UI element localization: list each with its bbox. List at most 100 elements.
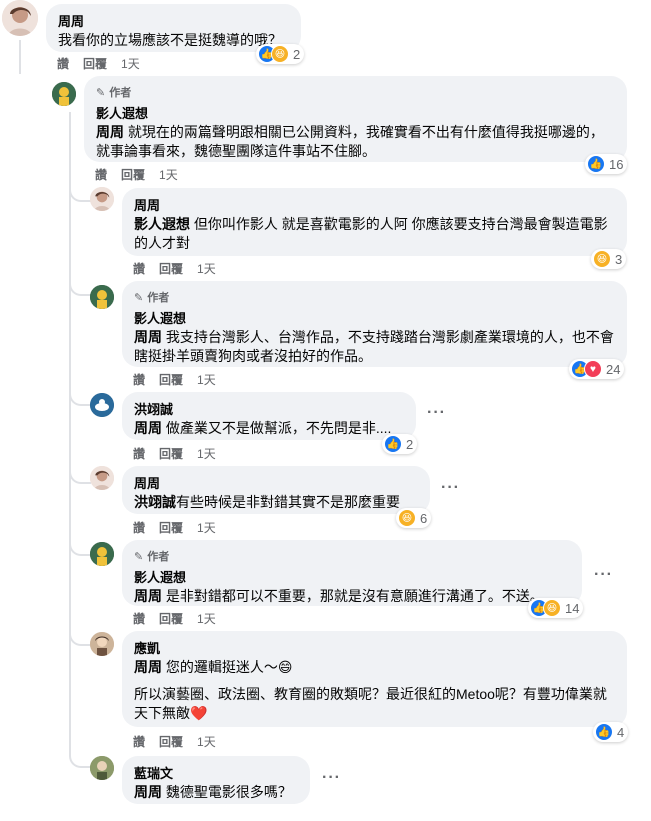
avatar[interactable] xyxy=(52,82,76,106)
like-button[interactable]: 讚 xyxy=(95,166,107,183)
comment-text: 就現在的兩篇聲明跟相關已公開資料，我確實看不出有什麼值得我挺哪邊的，就事論事看來… xyxy=(96,124,604,159)
thread-elbow xyxy=(69,746,91,768)
reaction-summary[interactable]: 👍 2 xyxy=(382,434,418,454)
reply-button[interactable]: 回覆 xyxy=(159,371,183,388)
haha-icon: 😆 xyxy=(271,45,289,63)
pencil-icon: ✎ xyxy=(96,87,106,99)
commenter-name[interactable]: 周周 xyxy=(134,474,418,493)
reaction-count: 2 xyxy=(293,46,301,62)
timestamp[interactable]: 1天 xyxy=(121,55,140,72)
reaction-summary[interactable]: 👍 ♥ 24 xyxy=(569,359,625,379)
more-options-icon[interactable]: ··· xyxy=(427,404,446,422)
reaction-summary[interactable]: 👍 😆 2 xyxy=(256,44,305,64)
reply-button[interactable]: 回覆 xyxy=(121,166,145,183)
like-button[interactable]: 讚 xyxy=(133,371,145,388)
mention[interactable]: 周周 xyxy=(134,420,162,436)
commenter-name[interactable]: 藍瑞文 xyxy=(134,764,298,783)
commenter-name[interactable]: 周周 xyxy=(58,12,289,31)
comment-text: 我看你的立場應該不是挺魏導的哦？ xyxy=(58,32,282,48)
mention[interactable]: 周周 xyxy=(96,124,124,140)
reply-button[interactable]: 回覆 xyxy=(159,610,183,627)
mention[interactable]: 洪翊誠 xyxy=(134,494,176,510)
commenter-name[interactable]: 影人遐想 xyxy=(134,309,615,328)
commenter-name[interactable]: 影人遐想 xyxy=(96,104,615,123)
avatar[interactable] xyxy=(90,632,114,656)
reaction-summary[interactable]: 👍 😆 14 xyxy=(528,598,584,618)
comment-actions: 讚 回覆 1天 xyxy=(95,166,178,183)
reaction-count: 2 xyxy=(406,436,414,452)
comment-bubble: 藍瑞文 周周 魏德聖電影很多嗎？ xyxy=(122,756,310,804)
author-badge: ✎ 作者 xyxy=(134,289,615,308)
thread-elbow xyxy=(69,462,91,484)
mention[interactable]: 周周 xyxy=(134,659,162,675)
reply-button[interactable]: 回覆 xyxy=(83,55,107,72)
avatar[interactable] xyxy=(90,466,114,490)
reaction-count: 3 xyxy=(615,251,623,267)
mention[interactable]: 周周 xyxy=(134,588,162,604)
comment-text: 所以演藝圈、政法圈、教育圈的敗類呢？最近很紅的Metoo呢？有豐功偉業就天下無敵… xyxy=(134,686,607,721)
love-icon: ♥ xyxy=(584,360,602,378)
comment-text: 做產業又不是做幫派，不先問是非.... xyxy=(162,420,392,436)
like-button[interactable]: 讚 xyxy=(133,610,145,627)
avatar[interactable] xyxy=(90,756,114,780)
timestamp[interactable]: 1天 xyxy=(197,445,216,462)
comment-text: 我支持台灣影人、台灣作品，不支持踐踏台灣影劇產業環境的人，也不會瞎挺掛羊頭賣狗肉… xyxy=(134,329,614,364)
comment-bubble: 應凱 周周 您的邏輯挺迷人～😄 所以演藝圈、政法圈、教育圈的敗類呢？最近很紅的M… xyxy=(122,631,627,727)
avatar[interactable] xyxy=(90,285,114,309)
author-badge-label: 作者 xyxy=(109,87,132,99)
like-button[interactable]: 讚 xyxy=(57,55,69,72)
commenter-name[interactable]: 周周 xyxy=(134,196,615,215)
avatar[interactable] xyxy=(90,542,114,566)
more-options-icon[interactable]: ··· xyxy=(441,479,460,497)
mention[interactable]: 周周 xyxy=(134,329,162,345)
author-badge: ✎ 作者 xyxy=(134,548,570,567)
comment-bubble: 洪翊誠 周周 做產業又不是做幫派，不先問是非.... xyxy=(122,392,416,440)
more-options-icon[interactable]: ··· xyxy=(322,769,341,787)
author-badge-label: 作者 xyxy=(147,551,170,563)
comment-bubble: ✎ 作者 影人遐想 周周 就現在的兩篇聲明跟相關已公開資料，我確實看不出有什麼值得… xyxy=(84,76,627,162)
timestamp[interactable]: 1天 xyxy=(197,519,216,536)
avatar[interactable] xyxy=(2,0,38,36)
comment-bubble: 周周 影人遐想 但你叫作影人 就是喜歡電影的人阿 你應該要支持台灣最會製造電影的… xyxy=(122,188,627,256)
comment-text: 但你叫作影人 就是喜歡電影的人阿 你應該要支持台灣最會製造電影的人才對 xyxy=(134,216,608,251)
haha-icon: 😆 xyxy=(398,509,416,527)
like-button[interactable]: 讚 xyxy=(133,260,145,277)
thread-elbow xyxy=(19,70,49,94)
timestamp[interactable]: 1天 xyxy=(197,733,216,750)
reaction-summary[interactable]: 😆 3 xyxy=(591,249,627,269)
thread-line xyxy=(19,40,21,74)
avatar[interactable] xyxy=(90,187,114,211)
comment-text: 有些時候是非對錯其實不是那麼重要 xyxy=(176,494,400,510)
reaction-count: 16 xyxy=(609,156,624,172)
like-button[interactable]: 讚 xyxy=(133,519,145,536)
more-options-icon[interactable]: ··· xyxy=(594,566,613,584)
reply-button[interactable]: 回覆 xyxy=(159,519,183,536)
like-button[interactable]: 讚 xyxy=(133,445,145,462)
reply-button[interactable]: 回覆 xyxy=(159,733,183,750)
timestamp[interactable]: 1天 xyxy=(197,610,216,627)
commenter-name[interactable]: 應凱 xyxy=(134,639,615,658)
timestamp[interactable]: 1天 xyxy=(197,371,216,388)
reaction-summary[interactable]: 👍 4 xyxy=(593,722,629,742)
reaction-summary[interactable]: 😆 6 xyxy=(396,508,432,528)
comment-text: 是非對錯都可以不重要，那就是沒有意願進行溝通了。不送。 xyxy=(162,588,544,604)
mention[interactable]: 影人遐想 xyxy=(134,216,190,232)
thread-line xyxy=(69,112,71,752)
comment-actions: 讚 回覆 1天 xyxy=(133,610,216,627)
reply-button[interactable]: 回覆 xyxy=(159,445,183,462)
comment-text: 您的邏輯挺迷人～😄 xyxy=(162,659,293,675)
mention[interactable]: 周周 xyxy=(134,784,162,800)
timestamp[interactable]: 1天 xyxy=(159,166,178,183)
commenter-name[interactable]: 影人遐想 xyxy=(134,568,570,587)
avatar[interactable] xyxy=(90,393,114,417)
commenter-name[interactable]: 洪翊誠 xyxy=(134,400,404,419)
reaction-count: 24 xyxy=(606,361,621,377)
comment-actions: 讚 回覆 1天 xyxy=(133,445,216,462)
comment-actions: 讚 回覆 1天 xyxy=(133,733,216,750)
like-button[interactable]: 讚 xyxy=(133,733,145,750)
reaction-count: 14 xyxy=(565,600,580,616)
reaction-summary[interactable]: 👍 16 xyxy=(585,154,628,174)
like-icon: 👍 xyxy=(595,723,613,741)
reply-button[interactable]: 回覆 xyxy=(159,260,183,277)
timestamp[interactable]: 1天 xyxy=(197,260,216,277)
